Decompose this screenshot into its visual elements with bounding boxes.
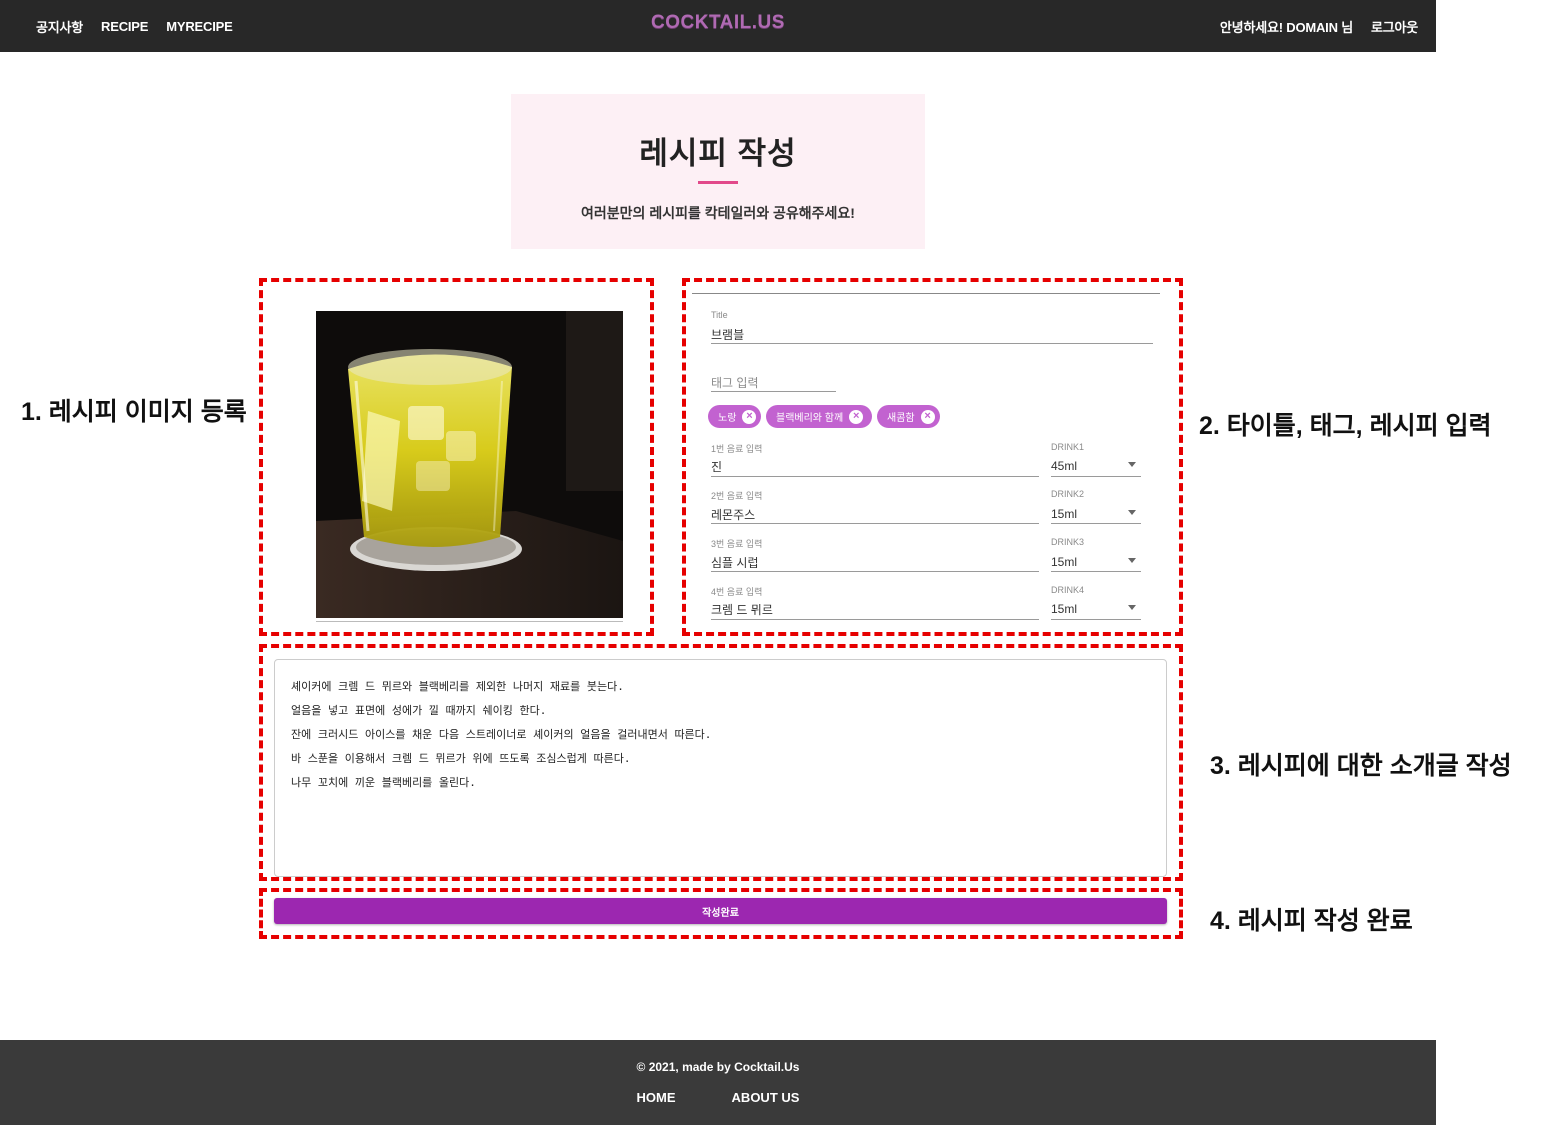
user-greeting: 안녕하세요! DOMAIN 님 [1219, 19, 1353, 35]
description-line: 잔에 크러시드 아이스를 채운 다음 스트레이너로 셰이커의 얼음을 걸러내면서… [291, 728, 712, 741]
chevron-down-icon[interactable] [1128, 510, 1136, 515]
drink-amount-label: DRINK2 [1051, 489, 1085, 499]
remove-tag-icon[interactable]: × [742, 409, 757, 424]
drink-name-label: 4번 음료 입력 [711, 587, 763, 597]
form-top-divider [692, 293, 1160, 294]
chevron-down-icon[interactable] [1128, 605, 1136, 610]
recipe-description-textarea[interactable]: 셰이커에 크렘 드 뮈르와 블랙베리를 제외한 나머지 재료를 붓는다. 얼음을… [274, 659, 1167, 877]
drink-amount-underline [1051, 523, 1141, 524]
drink-amount-label: DRINK1 [1051, 442, 1085, 452]
nav-right-group: 안녕하세요! DOMAIN 님 로그아웃 [1220, 0, 1418, 52]
tag-chip-label: 새콤함 [887, 413, 915, 424]
cocktail-photo [316, 311, 623, 618]
top-navbar: 공지사항 RECIPE MYRECIPE COCKTAIL.US 안녕하세요! … [0, 0, 1436, 52]
footer-links: HOME ABOUT US [0, 1090, 1436, 1105]
logout-link[interactable]: 로그아웃 [1371, 17, 1418, 36]
drink-name-underline [711, 476, 1039, 477]
drink-name-input[interactable]: 크렘 드 뮈르 [711, 601, 773, 618]
tag-chip[interactable]: 노랑 × [708, 405, 761, 428]
description-line: 셰이커에 크렘 드 뮈르와 블랙베리를 제외한 나머지 재료를 붓는다. [291, 680, 624, 693]
remove-tag-icon[interactable]: × [849, 409, 864, 424]
chevron-down-icon[interactable] [1128, 558, 1136, 563]
tag-input[interactable]: 태그 입력 [711, 374, 759, 391]
drink-name-input[interactable]: 진 [711, 458, 722, 475]
title-field-label: Title [711, 310, 728, 320]
tag-chip-label: 노랑 [718, 413, 737, 424]
submit-recipe-button[interactable]: 작성완료 [274, 898, 1167, 924]
drink-name-label: 1번 음료 입력 [711, 444, 763, 454]
tag-input-underline [711, 391, 836, 392]
tag-chip-label: 블랙베리와 함께 [776, 413, 844, 424]
drink-amount-select[interactable]: 15ml [1051, 507, 1077, 521]
tag-chip[interactable]: 새콤함 × [877, 405, 940, 428]
title-input[interactable]: 브램블 [711, 326, 744, 343]
drink-name-underline [711, 523, 1039, 524]
recipe-image-upload[interactable] [316, 311, 623, 618]
footer-home-link[interactable]: HOME [637, 1090, 676, 1105]
page-subtitle: 여러분만의 레시피를 칵테일러와 공유해주세요! [581, 205, 855, 221]
footer-copyright: © 2021, made by Cocktail.Us [636, 1060, 800, 1074]
remove-tag-icon[interactable]: × [920, 409, 935, 424]
annotation-label-1: 1. 레시피 이미지 등록 [21, 398, 247, 426]
annotation-label-2: 2. 타이틀, 태그, 레시피 입력 [1199, 412, 1492, 440]
drink-amount-underline [1051, 571, 1141, 572]
page-title: 레시피 작성 [639, 136, 797, 171]
tag-chip[interactable]: 블랙베리와 함께 × [766, 405, 872, 428]
footer-about-link[interactable]: ABOUT US [732, 1090, 800, 1105]
drink-name-input[interactable]: 레몬주스 [711, 506, 755, 523]
description-line: 바 스푼을 이용해서 크렘 드 뮈르가 위에 뜨도록 조심스럽게 따른다. [291, 752, 631, 765]
description-line: 나무 꼬치에 끼운 블랙베리를 올린다. [291, 776, 476, 789]
drink-amount-label: DRINK3 [1051, 537, 1085, 547]
title-input-underline [711, 343, 1153, 344]
chevron-down-icon[interactable] [1128, 462, 1136, 467]
drink-name-input[interactable]: 심플 시럽 [711, 554, 759, 571]
drink-name-label: 3번 음료 입력 [711, 539, 763, 549]
page-header: 레시피 작성 여러분만의 레시피를 칵테일러와 공유해주세요! [511, 94, 925, 249]
annotation-box-form [682, 278, 1183, 636]
drink-name-underline [711, 619, 1039, 620]
drink-amount-underline [1051, 476, 1141, 477]
description-line: 얼음을 넣고 표면에 성에가 낄 때까지 쉐이킹 한다. [291, 704, 547, 717]
drink-name-underline [711, 571, 1039, 572]
drink-amount-select[interactable]: 45ml [1051, 459, 1077, 473]
drink-amount-select[interactable]: 15ml [1051, 555, 1077, 569]
drink-amount-select[interactable]: 15ml [1051, 602, 1077, 616]
drink-amount-underline [1051, 619, 1141, 620]
title-underline [698, 181, 738, 184]
drink-name-label: 2번 음료 입력 [711, 491, 763, 501]
image-divider [316, 621, 623, 622]
footer: © 2021, made by Cocktail.Us HOME ABOUT U… [0, 1040, 1436, 1125]
drink-amount-label: DRINK4 [1051, 585, 1085, 595]
annotation-label-3: 3. 레시피에 대한 소개글 작성 [1210, 752, 1512, 780]
annotation-label-4: 4. 레시피 작성 완료 [1210, 907, 1413, 935]
